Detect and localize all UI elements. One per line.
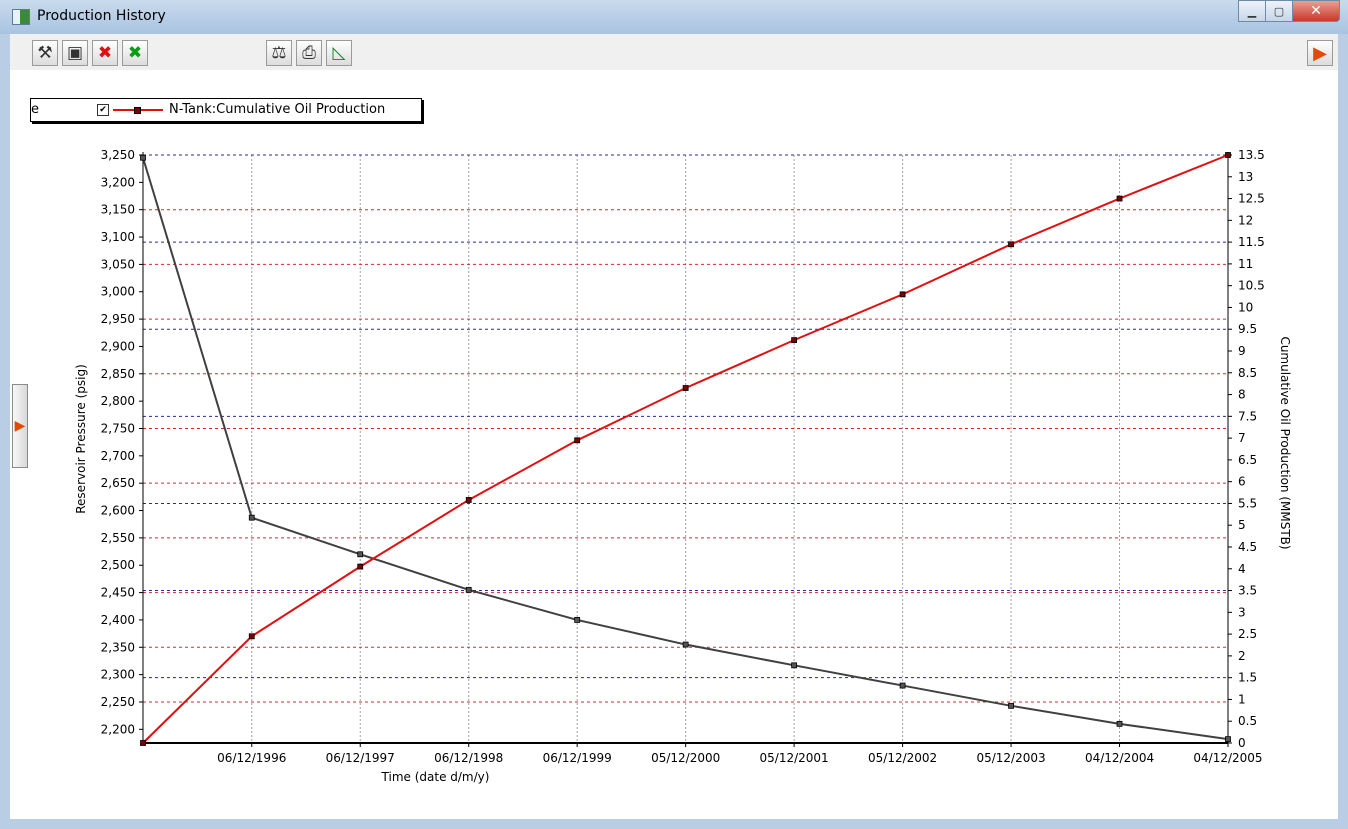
y-left-tick-label: 3,250 [101,148,135,162]
x-tick-label: 04/12/2005 [1193,751,1262,765]
y-left-tick-label: 2,400 [101,613,135,627]
oil-production-data-point [791,337,798,344]
y-left-tick-label: 2,350 [101,640,135,654]
y-left-axis-label: Reservoir Pressure (psig) [74,364,88,514]
y-right-tick-label: 10.5 [1238,279,1265,293]
pressure-data-point [574,617,581,623]
y-left-tick-label: 2,550 [101,531,135,545]
x-tick-label: 05/12/2000 [651,751,720,765]
x-tick-label: 06/12/1997 [326,751,395,765]
pressure-data-point [791,662,798,669]
y-left-tick-label: 2,750 [101,421,135,435]
y-right-tick-label: 1.5 [1238,671,1257,685]
y-right-tick-label: 3.5 [1238,584,1257,598]
y-left-tick-label: 2,600 [101,504,135,518]
x-tick-label: 05/12/2002 [868,751,937,765]
y-right-tick-label: 2.5 [1238,627,1257,641]
y-right-tick-label: 0.5 [1238,714,1257,728]
x-tick-label: 06/12/1998 [434,751,503,765]
y-right-tick-label: 6.5 [1238,453,1257,467]
y-left-tick-label: 2,800 [101,394,135,408]
y-right-tick-label: 13.5 [1238,148,1265,162]
oil-production-data-point [140,740,146,746]
y-right-tick-label: 5.5 [1238,496,1257,510]
y-left-tick-label: 3,100 [101,230,135,244]
y-left-tick-label: 2,300 [101,668,135,682]
y-right-tick-label: 6 [1238,475,1246,489]
pressure-data-point [1008,702,1014,709]
y-left-tick-label: 2,250 [101,695,135,709]
x-tick-label: 05/12/2003 [976,751,1045,765]
y-right-tick-label: 4 [1238,562,1246,576]
y-right-tick-label: 5 [1238,518,1246,532]
x-axis-label: Time (date d/m/y) [381,770,490,784]
y-right-tick-label: 0 [1238,736,1246,750]
y-right-tick-label: 7.5 [1238,409,1257,423]
oil-production-data-point [574,437,581,444]
y-right-tick-label: 13 [1238,170,1253,184]
y-right-tick-label: 10 [1238,300,1253,314]
y-left-tick-label: 2,450 [101,586,135,600]
pressure-data-point [1225,736,1231,743]
y-left-tick-label: 2,900 [101,339,135,353]
y-left-tick-label: 3,150 [101,203,135,217]
oil-production-data-point [1008,241,1014,248]
y-right-tick-label: 1 [1238,692,1246,706]
oil-production-data-point [682,385,689,391]
oil-production-data-point [248,633,255,640]
y-left-tick-label: 2,850 [101,367,135,381]
oil-production-data-point [1225,152,1231,158]
pressure-data-point [899,682,906,689]
pressure-data-point [140,154,146,161]
pressure-data-point [248,514,255,521]
y-right-axis-label: Cumulative Oil Production (MMSTB) [1278,336,1292,549]
pressure-data-point [357,551,364,558]
y-left-tick-label: 3,000 [101,285,135,299]
y-right-tick-label: 8 [1238,388,1246,402]
y-left-tick-label: 2,200 [101,722,135,736]
pressure-data-point [682,641,689,648]
oil-production-data-point [899,291,906,298]
y-right-tick-label: 12 [1238,213,1253,227]
y-left-tick-label: 3,050 [101,257,135,271]
x-tick-label: 06/12/1996 [217,751,286,765]
y-right-tick-label: 2 [1238,649,1246,663]
y-left-tick-label: 2,700 [101,449,135,463]
y-right-tick-label: 11.5 [1238,235,1265,249]
y-right-tick-label: 7 [1238,431,1246,445]
y-left-tick-label: 2,950 [101,312,135,326]
x-tick-label: 04/12/2004 [1085,751,1154,765]
oil-production-data-point [357,563,364,570]
oil-production-data-point [465,497,472,503]
y-left-tick-label: 2,500 [101,558,135,572]
y-right-tick-label: 3 [1238,605,1246,619]
y-right-tick-label: 9 [1238,344,1246,358]
y-left-tick-label: 2,650 [101,476,135,490]
x-tick-label: 05/12/2001 [760,751,829,765]
oil-production-data-point [1116,195,1123,202]
production-history-chart[interactable]: 3,250 3,200 3,150 3,100 3,050 3,000 2,950 2,900… [0,0,1348,829]
y-right-tick-label: 8.5 [1238,366,1257,380]
pressure-data-point [1116,720,1123,727]
y-right-tick-label: 12.5 [1238,192,1265,206]
y-right-tick-label: 11 [1238,257,1253,271]
y-left-tick-label: 3,200 [101,175,135,189]
y-right-tick-label: 9.5 [1238,322,1257,336]
y-right-tick-label: 4.5 [1238,540,1257,554]
pressure-data-point [465,586,472,593]
x-tick-label: 06/12/1999 [543,751,612,765]
